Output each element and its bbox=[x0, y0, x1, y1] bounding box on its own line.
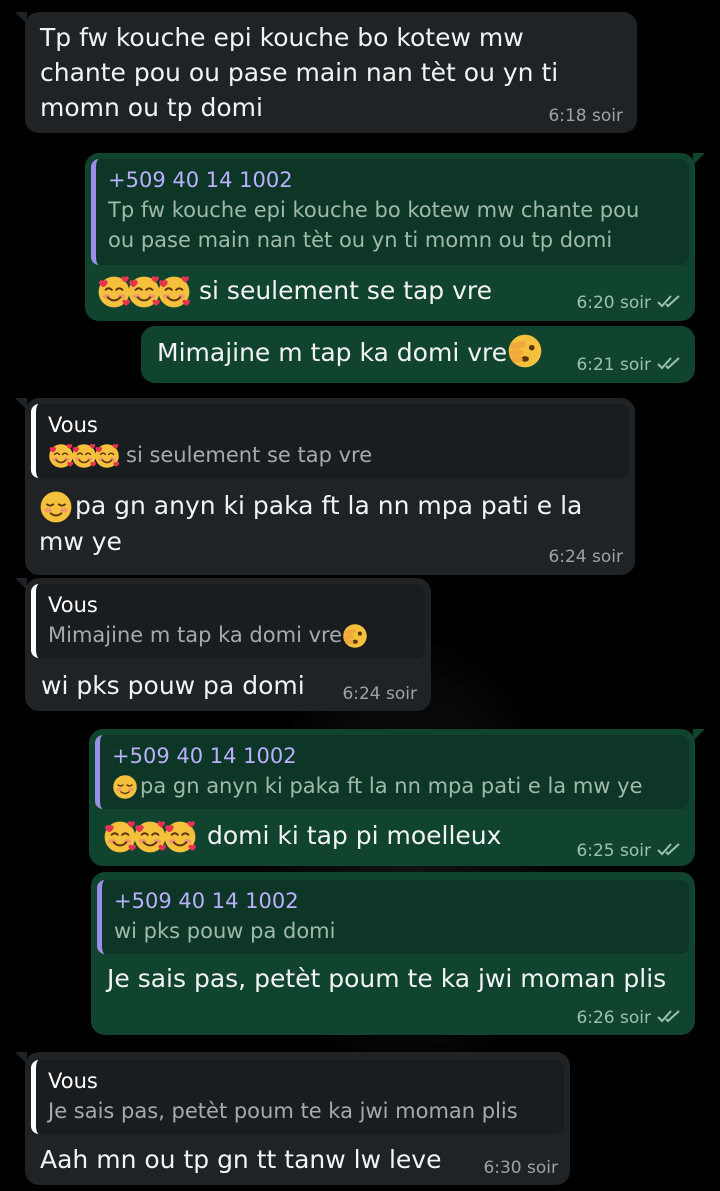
smiling-face-with-hearts-icon bbox=[97, 275, 131, 309]
reply-text: Mimajine m tap ka domi vre bbox=[48, 620, 415, 650]
smiling-face-icon bbox=[39, 490, 73, 524]
message-bubble-incoming[interactable]: Vous Je sais pas, petèt poum te ka jwi m… bbox=[15, 1052, 570, 1185]
double-check-icon bbox=[657, 293, 681, 313]
message-text: pa gn anyn ki paka ft la nn mpa pati e l… bbox=[39, 490, 583, 556]
reply-author: Vous bbox=[48, 413, 98, 437]
reply-text: Je sais pas, petèt poum te ka jwi moman … bbox=[48, 1099, 518, 1123]
face-with-peeking-eye-icon bbox=[342, 623, 368, 649]
double-check-icon bbox=[657, 1008, 681, 1028]
smiling-face-with-hearts-icon bbox=[103, 820, 137, 854]
message-bubble-outgoing[interactable]: +509 40 14 1002 wi pks pouw pa domi Je s… bbox=[91, 872, 695, 1035]
message-text: Tp fw kouche epi kouche bo kotew mw chan… bbox=[40, 23, 559, 122]
message-bubble-incoming[interactable]: Vous si seulement se tap vre pa gn anyn … bbox=[15, 398, 635, 575]
reply-author: +509 40 14 1002 bbox=[114, 889, 299, 913]
smiling-face-with-hearts-icon bbox=[163, 820, 197, 854]
message-bubble-outgoing[interactable]: +509 40 14 1002 pa gn anyn ki paka ft la… bbox=[89, 729, 705, 866]
message-time: 6:24 soir bbox=[548, 547, 623, 567]
message-time: 6:20 soir bbox=[576, 293, 681, 313]
reply-quote[interactable]: Vous si seulement se tap vre bbox=[31, 404, 629, 478]
message-time: 6:26 soir bbox=[576, 1008, 681, 1028]
reply-quote[interactable]: +509 40 14 1002 Tp fw kouche epi kouche … bbox=[91, 159, 689, 265]
reply-quote[interactable]: Vous Je sais pas, petèt poum te ka jwi m… bbox=[31, 1060, 564, 1134]
message-time: 6:24 soir bbox=[342, 684, 417, 704]
reply-quote[interactable]: +509 40 14 1002 wi pks pouw pa domi bbox=[97, 880, 689, 954]
smiling-face-with-hearts-icon bbox=[157, 275, 191, 309]
message-text: domi ki tap pi moelleux bbox=[103, 818, 501, 854]
message-time: 6:18 soir bbox=[548, 106, 623, 126]
reply-text: Tp fw kouche epi kouche bo kotew mw chan… bbox=[108, 198, 640, 252]
message-text: wi pks pouw pa domi bbox=[41, 671, 305, 700]
face-with-peeking-eye-icon bbox=[507, 333, 543, 369]
message-bubble-outgoing[interactable]: Mimajine m tap ka domi vre 6:21 soir bbox=[141, 326, 695, 383]
smiling-face-with-hearts-icon bbox=[94, 443, 120, 469]
message-time: 6:21 soir bbox=[576, 355, 681, 375]
reply-text: si seulement se tap vre bbox=[48, 440, 619, 470]
message-text: Mimajine m tap ka domi vre bbox=[157, 333, 543, 372]
reply-author: +509 40 14 1002 bbox=[112, 744, 297, 768]
message-text: Aah mn ou tp gn tt tanw lw leve bbox=[40, 1145, 442, 1174]
message-text: Je sais pas, petèt poum te ka jwi moman … bbox=[107, 964, 667, 993]
message-bubble-incoming[interactable]: Vous Mimajine m tap ka domi vre wi pks p… bbox=[15, 578, 431, 711]
reply-author: Vous bbox=[48, 1069, 98, 1093]
reply-author: +509 40 14 1002 bbox=[108, 168, 293, 192]
message-text: si seulement se tap vre bbox=[97, 273, 492, 309]
reply-text: pa gn anyn ki paka ft la nn mpa pati e l… bbox=[112, 771, 679, 801]
reply-author: Vous bbox=[48, 593, 98, 617]
smiling-face-icon bbox=[112, 774, 138, 800]
reply-quote[interactable]: +509 40 14 1002 pa gn anyn ki paka ft la… bbox=[95, 735, 689, 809]
message-time: 6:25 soir bbox=[576, 841, 681, 861]
smiling-face-with-hearts-icon bbox=[127, 275, 161, 309]
double-check-icon bbox=[657, 841, 681, 861]
message-time: 6:30 soir bbox=[483, 1158, 558, 1178]
reply-quote[interactable]: Vous Mimajine m tap ka domi vre bbox=[31, 584, 425, 658]
reply-text: wi pks pouw pa domi bbox=[114, 919, 336, 943]
double-check-icon bbox=[657, 355, 681, 375]
smiling-face-with-hearts-icon bbox=[133, 820, 167, 854]
message-bubble-incoming[interactable]: Tp fw kouche epi kouche bo kotew mw chan… bbox=[15, 12, 637, 133]
message-bubble-outgoing[interactable]: +509 40 14 1002 Tp fw kouche epi kouche … bbox=[85, 153, 705, 321]
